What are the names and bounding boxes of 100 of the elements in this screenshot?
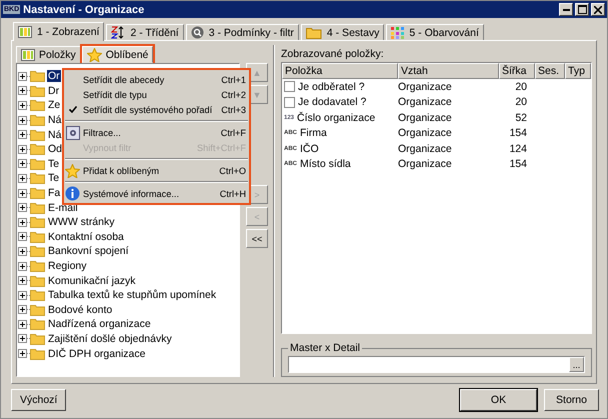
table-cell-text: Organizace	[397, 127, 453, 140]
expand-icon[interactable]	[18, 218, 27, 227]
expand-icon[interactable]	[18, 86, 27, 96]
expand-icon[interactable]	[18, 320, 27, 329]
table-cell: Místo sídla	[300, 158, 351, 170]
tab[interactable]: 5 - Obarvování	[386, 24, 484, 40]
folder-icon	[30, 289, 45, 302]
menu-label: Přidat k oblíbeným	[83, 166, 160, 176]
tree-item[interactable]: Ná	[47, 128, 62, 141]
close-icon	[594, 6, 602, 14]
columns-icon	[21, 48, 35, 60]
expand-icon[interactable]	[18, 116, 27, 125]
tree-item[interactable]: Kontaktní osoba	[47, 230, 125, 243]
tree-item[interactable]: Bankovní spojení	[47, 245, 130, 258]
table-cell-text: 154	[508, 158, 528, 170]
minimize-button[interactable]	[559, 3, 573, 16]
tree-item[interactable]: WWW stránky	[47, 216, 116, 228]
tab[interactable]: 3 - Podmínky - filtr	[186, 24, 299, 40]
folder-icon	[30, 158, 45, 170]
expand-icon[interactable]	[18, 188, 27, 198]
table-cell-text: 124	[508, 142, 528, 155]
shortcut-label: Ctrl+F	[220, 128, 246, 138]
tree-item[interactable]: Regiony	[47, 260, 88, 272]
move-button[interactable]: <<	[246, 229, 268, 248]
columns-icon	[18, 26, 32, 38]
ok-button[interactable]: OK	[460, 389, 537, 411]
expand-icon[interactable]	[18, 203, 27, 212]
tree-item[interactable]: Te	[47, 172, 60, 184]
menu-item[interactable]: Filtrace... Ctrl+F	[64, 125, 249, 140]
tree-item[interactable]: Tabulka textů ke stupňům upomínek	[47, 289, 218, 302]
tree-item[interactable]: Ná	[47, 114, 62, 126]
expand-icon[interactable]	[18, 262, 27, 271]
tree-item[interactable]: Bodové konto	[47, 304, 114, 316]
shortcut-label: Ctrl+1	[221, 74, 246, 84]
tab[interactable]: 1 - Zobrazení	[13, 22, 104, 41]
column-header[interactable]: Šířka	[499, 63, 535, 79]
folder-icon	[306, 26, 322, 39]
expand-icon[interactable]	[18, 334, 27, 344]
expand-icon[interactable]	[18, 130, 27, 140]
expand-icon[interactable]	[18, 174, 27, 183]
folder-icon	[30, 230, 45, 243]
expand-icon[interactable]	[18, 159, 27, 168]
menu-item[interactable]: Přidat k oblíbeným Ctrl+O	[64, 163, 249, 178]
expand-icon[interactable]	[18, 144, 27, 154]
table-cell-text: Organizace	[397, 96, 453, 108]
menu-item[interactable]: Systémové informace... Ctrl+H	[64, 186, 249, 201]
tree-item[interactable]: Or	[47, 70, 61, 82]
browse-button[interactable]: ...	[569, 357, 584, 372]
folder-icon	[30, 187, 45, 200]
folder-icon	[30, 332, 45, 345]
menu-item[interactable]: Setřídit dle typu Ctrl+2	[64, 87, 249, 102]
group-label: Master x Detail	[289, 342, 362, 354]
table-cell: Firma	[300, 127, 327, 140]
checkbox[interactable]	[284, 96, 295, 108]
table-cell-text: Organizace	[397, 142, 453, 155]
expand-icon[interactable]	[18, 232, 27, 242]
expand-icon[interactable]	[18, 290, 27, 300]
input-field[interactable]: ...	[288, 356, 585, 373]
color-palette-icon	[391, 26, 404, 38]
folder-icon	[30, 84, 45, 97]
tree-item[interactable]: Nadřízená organizace	[47, 318, 152, 330]
folder-icon	[30, 304, 45, 316]
column-header[interactable]: Vztah	[398, 63, 499, 79]
table-cell: Číslo organizace	[297, 112, 376, 124]
tree-item[interactable]: Te	[47, 158, 60, 170]
tree-item[interactable]: Od	[47, 143, 64, 156]
tree-item[interactable]: Fa	[47, 187, 62, 200]
tab[interactable]: Oblíbené	[82, 46, 154, 63]
menu-item[interactable]: Setřídit dle systémového pořadí Ctrl+3	[64, 102, 249, 117]
tree-item[interactable]: Zajištění došlé objednávky	[47, 332, 173, 345]
shortcut-label: Ctrl+O	[219, 166, 246, 176]
folder-icon	[30, 348, 45, 360]
default-button[interactable]: Výchozí	[11, 389, 66, 411]
expand-icon[interactable]	[18, 349, 27, 358]
tree-item[interactable]: DIČ DPH organizace	[47, 348, 146, 360]
close-button[interactable]	[591, 3, 605, 16]
folder-icon	[30, 274, 45, 287]
tree-item[interactable]: Ze	[47, 99, 62, 112]
checkbox[interactable]	[284, 81, 295, 92]
cancel-button[interactable]: Storno	[544, 389, 599, 411]
tree-item[interactable]: Dr	[47, 84, 60, 97]
table-cell-text: 20	[514, 96, 528, 108]
expand-icon[interactable]	[18, 72, 27, 81]
tab[interactable]: Položky	[16, 46, 81, 63]
shortcut-label: Ctrl+3	[221, 104, 246, 114]
maximize-button[interactable]	[575, 3, 589, 16]
expand-icon[interactable]	[18, 305, 27, 314]
tree-item[interactable]: Komunikační jazyk	[47, 274, 137, 287]
menu-item[interactable]: Setřídit dle abecedy Ctrl+1	[64, 72, 249, 87]
column-header[interactable]: Položka	[282, 63, 398, 79]
tab[interactable]: 2 - Třídění	[106, 24, 184, 40]
column-header[interactable]: Typ	[565, 63, 591, 79]
shortcut-label: Ctrl+H	[220, 188, 246, 198]
tree-item[interactable]: E-mail	[47, 202, 79, 214]
expand-icon[interactable]	[18, 246, 27, 256]
sort-icon	[111, 26, 126, 39]
expand-icon[interactable]	[18, 276, 27, 286]
expand-icon[interactable]	[18, 100, 27, 110]
column-header[interactable]: Ses.	[535, 63, 565, 79]
tab[interactable]: 4 - Sestavy	[300, 24, 384, 40]
